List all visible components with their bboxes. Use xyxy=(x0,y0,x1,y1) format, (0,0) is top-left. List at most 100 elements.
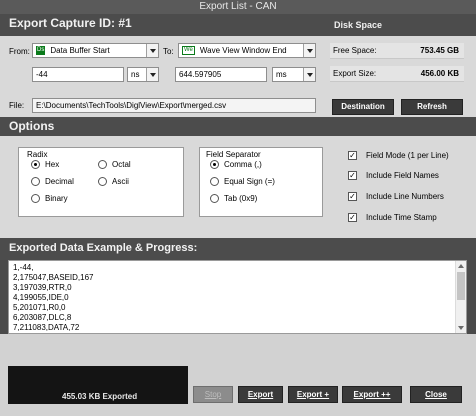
radix-hex-label: Hex xyxy=(45,160,60,169)
refresh-button[interactable]: Refresh xyxy=(401,99,463,115)
to-unit-value: ms xyxy=(276,70,287,79)
free-space-label: Free Space: xyxy=(333,46,377,55)
capture-title: Export Capture ID: #1 xyxy=(9,16,132,30)
chevron-down-icon[interactable] xyxy=(303,44,315,57)
vertical-scrollbar[interactable] xyxy=(455,261,466,333)
progress-text: 455.03 KB Exported xyxy=(62,392,138,401)
from-tag-icon: Ds xyxy=(36,46,46,56)
radix-hex-radio[interactable]: Hex xyxy=(31,160,59,170)
to-unit-select[interactable]: ms xyxy=(272,67,316,82)
separator-tab-radio[interactable]: Tab (0x9) xyxy=(210,194,257,204)
example-line: 3,197039,RTR,0 xyxy=(13,283,72,292)
free-space-row: Free Space: 753.45 GB xyxy=(330,43,464,59)
checkmark-icon[interactable]: ✓ xyxy=(348,213,357,222)
radio-icon[interactable] xyxy=(210,177,219,186)
radix-binary-radio[interactable]: Binary xyxy=(31,194,68,204)
file-label: File: xyxy=(9,101,25,110)
export-size-value: 456.00 KB xyxy=(420,69,459,78)
from-label: From: xyxy=(9,47,30,56)
from-offset-value: -44 xyxy=(36,70,48,79)
radio-icon[interactable] xyxy=(98,177,107,186)
example-line: 6,203087,DLC,8 xyxy=(13,313,72,322)
capture-header: Export Capture ID: #1 Disk Space xyxy=(0,14,476,36)
radix-ascii-label: Ascii xyxy=(112,177,129,186)
progress-panel: 455.03 KB Exported xyxy=(8,366,188,404)
chevron-down-icon[interactable] xyxy=(146,44,158,57)
radio-selected-icon[interactable] xyxy=(31,160,40,169)
example-line: 2,175047,BASEID,167 xyxy=(13,273,94,282)
radix-ascii-radio[interactable]: Ascii xyxy=(98,177,129,187)
file-path-value: E:\Documents\TechTools\DiglView\Export\m… xyxy=(36,101,227,110)
stop-button[interactable]: Stop xyxy=(193,386,233,403)
refresh-button-label: Refresh xyxy=(417,102,447,111)
checkmark-icon[interactable]: ✓ xyxy=(348,192,357,201)
export-size-label: Export Size: xyxy=(333,69,377,78)
radio-icon[interactable] xyxy=(31,194,40,203)
example-header: Exported Data Example & Progress: xyxy=(0,238,476,260)
export-button[interactable]: Export xyxy=(238,386,283,403)
from-offset-input[interactable]: -44 xyxy=(32,67,124,82)
scroll-up-arrow-icon[interactable] xyxy=(458,264,464,268)
from-unit-select[interactable]: ns xyxy=(127,67,159,82)
disk-space-title: Disk Space xyxy=(334,20,383,30)
separator-title: Field Separator xyxy=(206,150,261,159)
include-time-stamp-checkbox[interactable]: ✓ Include Time Stamp xyxy=(348,213,437,223)
scroll-down-arrow-icon[interactable] xyxy=(458,326,464,330)
include-field-names-label: Include Field Names xyxy=(366,171,439,180)
radix-binary-label: Binary xyxy=(45,194,68,203)
include-line-numbers-checkbox[interactable]: ✓ Include Line Numbers xyxy=(348,192,444,202)
field-mode-label: Field Mode (1 per Line) xyxy=(366,151,449,160)
checkmark-icon[interactable]: ✓ xyxy=(348,171,357,180)
options-title: Options xyxy=(9,119,55,133)
export-button-label: Export xyxy=(247,390,274,399)
from-select-value: Data Buffer Start xyxy=(50,46,110,55)
export-plus-button-label: Export + xyxy=(296,390,330,399)
example-title: Exported Data Example & Progress: xyxy=(9,242,198,254)
chevron-down-icon[interactable] xyxy=(146,68,158,81)
to-select[interactable]: We Wave View Window End xyxy=(178,43,316,58)
options-header: Options xyxy=(0,117,476,136)
from-select[interactable]: Ds Data Buffer Start xyxy=(32,43,159,58)
radix-decimal-label: Decimal xyxy=(45,177,74,186)
example-line: 7,211083,DATA,72 xyxy=(13,323,80,332)
example-line: 1,-44, xyxy=(13,263,34,272)
close-button[interactable]: Close xyxy=(410,386,462,403)
radio-icon[interactable] xyxy=(210,194,219,203)
example-lines: 1,-44, 2,175047,BASEID,167 3,197039,RTR,… xyxy=(13,263,94,333)
include-field-names-checkbox[interactable]: ✓ Include Field Names xyxy=(348,171,439,181)
window-title: Export List - CAN xyxy=(199,1,277,12)
to-label: To: xyxy=(163,47,174,56)
separator-equal-label: Equal Sign (=) xyxy=(224,177,275,186)
radix-decimal-radio[interactable]: Decimal xyxy=(31,177,74,187)
scroll-thumb[interactable] xyxy=(457,272,465,300)
export-plusplus-button[interactable]: Export ++ xyxy=(342,386,402,403)
export-plus-button[interactable]: Export + xyxy=(288,386,338,403)
separator-equal-radio[interactable]: Equal Sign (=) xyxy=(210,177,275,187)
close-button-label: Close xyxy=(425,390,447,399)
from-unit-value: ns xyxy=(131,70,140,79)
to-offset-value: 644.597905 xyxy=(179,70,222,79)
file-path-field[interactable]: E:\Documents\TechTools\DiglView\Export\m… xyxy=(32,98,316,113)
radix-octal-radio[interactable]: Octal xyxy=(98,160,131,170)
destination-button-label: Destination xyxy=(341,102,385,111)
include-line-numbers-label: Include Line Numbers xyxy=(366,192,444,201)
radio-selected-icon[interactable] xyxy=(210,160,219,169)
to-offset-input[interactable]: 644.597905 xyxy=(175,67,267,82)
stop-button-label: Stop xyxy=(204,390,222,399)
example-textarea[interactable]: 1,-44, 2,175047,BASEID,167 3,197039,RTR,… xyxy=(8,260,467,334)
radio-icon[interactable] xyxy=(98,160,107,169)
free-space-value: 753.45 GB xyxy=(420,46,459,55)
include-time-stamp-label: Include Time Stamp xyxy=(366,213,437,222)
window-titlebar: Export List - CAN xyxy=(0,0,476,14)
checkmark-icon[interactable]: ✓ xyxy=(348,151,357,160)
separator-tab-label: Tab (0x9) xyxy=(224,194,258,203)
example-line: 4,199055,IDE,0 xyxy=(13,293,69,302)
radio-icon[interactable] xyxy=(31,177,40,186)
example-line: 5,201071,R0,0 xyxy=(13,303,66,312)
separator-comma-radio[interactable]: Comma (,) xyxy=(210,160,262,170)
field-mode-checkbox[interactable]: ✓ Field Mode (1 per Line) xyxy=(348,151,449,161)
chevron-down-icon[interactable] xyxy=(303,68,315,81)
to-select-value: Wave View Window End xyxy=(199,46,287,55)
export-size-row: Export Size: 456.00 KB xyxy=(330,66,464,82)
destination-button[interactable]: Destination xyxy=(332,99,394,115)
